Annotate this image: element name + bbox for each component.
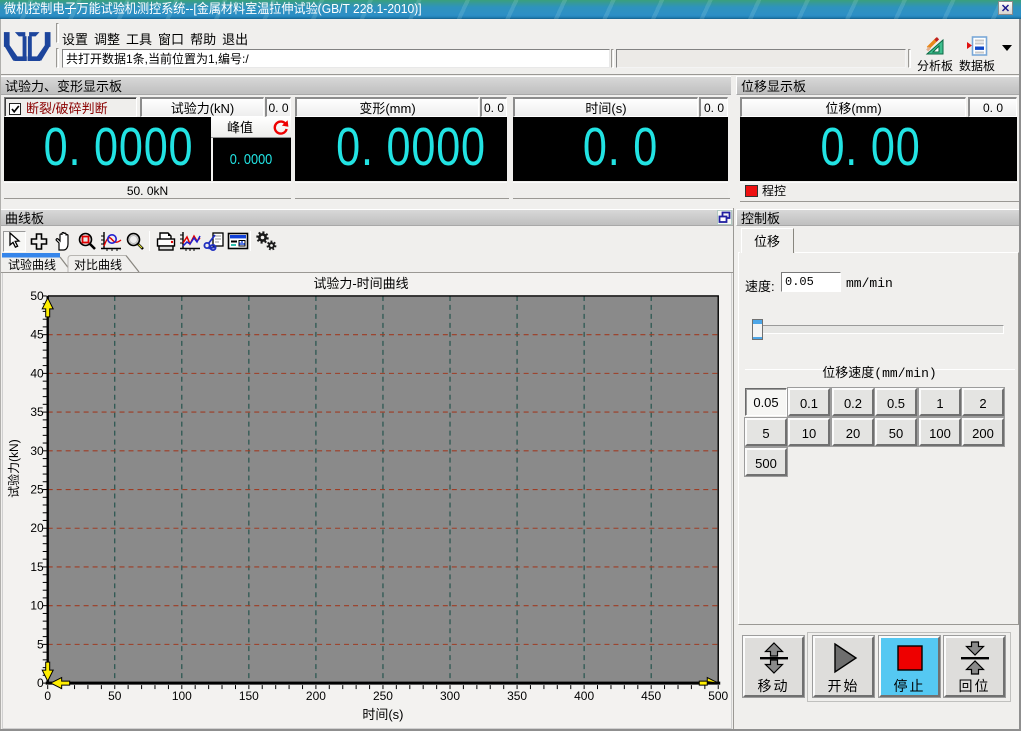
svg-text:100: 100 [172, 687, 192, 704]
svg-text:10: 10 [30, 597, 44, 614]
svg-text:试验力-时间曲线: 试验力-时间曲线 [313, 273, 408, 292]
svg-text:45: 45 [30, 326, 44, 343]
svg-text:试验曲线: 试验曲线 [8, 256, 56, 273]
svg-text:200: 200 [306, 687, 326, 704]
svg-text:0: 0 [44, 687, 51, 704]
svg-text:15: 15 [30, 558, 44, 575]
svg-text:350: 350 [507, 687, 527, 704]
svg-text:300: 300 [440, 687, 460, 704]
svg-text:400: 400 [574, 687, 594, 704]
svg-text:40: 40 [30, 364, 44, 381]
svg-text:试验力(kN): 试验力(kN) [5, 439, 22, 498]
svg-text:150: 150 [239, 687, 259, 704]
svg-text:5: 5 [37, 635, 44, 652]
svg-text:250: 250 [373, 687, 393, 704]
svg-text:25: 25 [30, 481, 44, 498]
svg-text:时间(s): 时间(s) [362, 704, 403, 723]
svg-text:0: 0 [37, 674, 44, 691]
svg-text:30: 30 [30, 442, 44, 459]
svg-text:20: 20 [30, 519, 44, 536]
svg-text:对比曲线: 对比曲线 [74, 256, 122, 273]
svg-text:500: 500 [708, 687, 728, 704]
svg-text:450: 450 [641, 687, 661, 704]
svg-text:50: 50 [108, 687, 122, 704]
svg-text:35: 35 [30, 403, 44, 420]
svg-text:50: 50 [30, 287, 44, 304]
